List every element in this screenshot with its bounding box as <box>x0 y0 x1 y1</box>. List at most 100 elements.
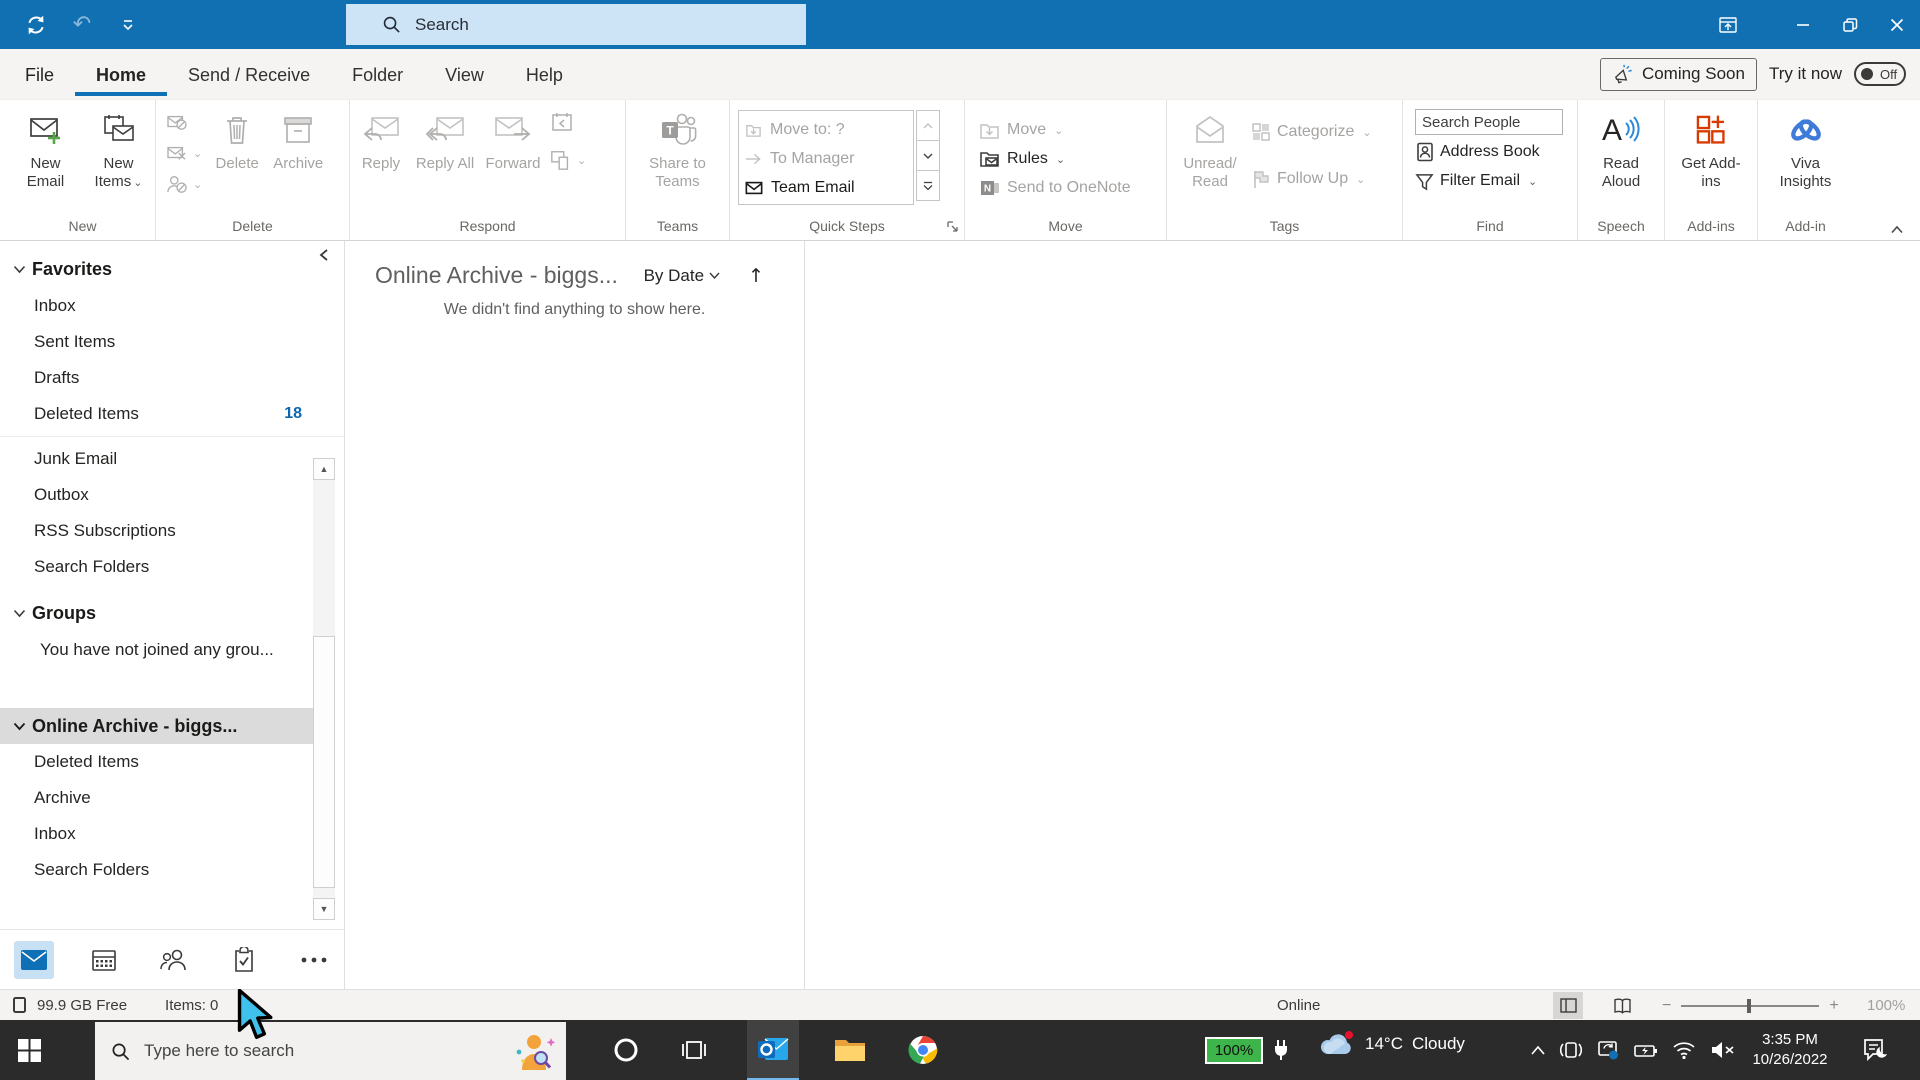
reading-view-button[interactable] <box>1607 992 1637 1019</box>
zoom-slider-thumb[interactable] <box>1747 999 1751 1013</box>
quick-steps-more[interactable] <box>916 170 940 201</box>
zoom-level-label[interactable]: 100% <box>1867 997 1905 1014</box>
nav-tasks-icon[interactable] <box>224 941 264 979</box>
rules-button[interactable]: Rules⌄ <box>979 146 1131 172</box>
search-highlights-icon[interactable] <box>510 1030 556 1072</box>
sidebar-item-junk-email[interactable]: Junk Email <box>0 441 344 477</box>
archive-button[interactable]: Archive <box>266 107 330 173</box>
taskbar-clock[interactable]: 3:35 PM 10/26/2022 <box>1742 1030 1838 1070</box>
quick-step-team-email[interactable]: Team Email <box>745 173 913 202</box>
send-receive-icon[interactable] <box>22 11 50 39</box>
scroll-up-icon[interactable]: ▲ <box>313 458 335 480</box>
taskbar-search-box[interactable] <box>95 1022 566 1080</box>
follow-up-button[interactable]: Follow Up⌄ <box>1251 166 1372 192</box>
taskbar-chrome-icon[interactable] <box>897 1020 949 1080</box>
minimize-button[interactable] <box>1779 0 1826 49</box>
zoom-out-icon[interactable]: − <box>1662 997 1671 1015</box>
tray-wifi-icon[interactable] <box>1672 1040 1696 1060</box>
tab-file[interactable]: File <box>0 52 75 96</box>
more-respond-actions-button[interactable]: ⌄ <box>550 149 586 171</box>
scrollbar-thumb[interactable] <box>313 636 335 888</box>
tray-battery-icon[interactable] <box>1633 1040 1659 1060</box>
sidebar-item-archive-inbox[interactable]: Inbox <box>0 816 344 852</box>
tray-volume-muted-icon[interactable] <box>1709 1040 1735 1060</box>
action-center-icon[interactable] <box>1862 1037 1889 1063</box>
categorize-button[interactable]: Categorize⌄ <box>1251 119 1372 145</box>
layout-view-button[interactable] <box>1553 992 1583 1019</box>
cortana-icon[interactable] <box>600 1020 652 1080</box>
folder-pane-scrollbar[interactable]: ▲ ▼ <box>313 458 335 920</box>
clean-up-button[interactable]: ⌄ <box>166 142 202 164</box>
nav-people-icon[interactable] <box>154 941 194 979</box>
sort-direction-icon[interactable]: ↑ <box>748 265 764 287</box>
sidebar-item-rss-subscriptions[interactable]: RSS Subscriptions <box>0 513 344 549</box>
undo-icon[interactable]: ↶ <box>68 11 96 39</box>
new-email-button[interactable]: New Email <box>15 107 77 191</box>
search-input[interactable] <box>415 15 755 35</box>
start-button[interactable] <box>0 1020 58 1080</box>
get-addins-button[interactable]: Get Add-ins <box>1679 107 1743 191</box>
junk-button[interactable]: ⌄ <box>166 173 202 195</box>
close-button[interactable] <box>1873 0 1920 49</box>
groups-header[interactable]: Groups <box>0 595 344 632</box>
zoom-slider[interactable]: − + <box>1662 990 1839 1021</box>
taskbar-outlook-icon[interactable] <box>747 1020 799 1080</box>
share-to-teams-button[interactable]: T Share to Teams <box>641 107 715 191</box>
meeting-button[interactable] <box>550 111 586 133</box>
delete-button[interactable]: Delete <box>208 107 266 173</box>
task-view-icon[interactable] <box>668 1020 720 1080</box>
viva-insights-button[interactable]: Viva Insights <box>1774 107 1838 191</box>
coming-soon-button[interactable]: Coming Soon <box>1600 58 1757 91</box>
customize-quick-access-icon[interactable] <box>114 11 142 39</box>
sidebar-item-archive-search-folders[interactable]: Search Folders <box>0 852 344 888</box>
search-bar[interactable] <box>346 4 806 45</box>
battery-percentage-indicator[interactable]: 100% <box>1205 1037 1263 1064</box>
sidebar-item-online-archive[interactable]: Online Archive - biggs... <box>0 708 313 744</box>
sidebar-item-archive-deleted-items[interactable]: Deleted Items <box>0 744 344 780</box>
taskbar-search-input[interactable] <box>144 1041 444 1061</box>
forward-button[interactable]: Forward <box>478 107 548 173</box>
tab-view[interactable]: View <box>424 52 505 96</box>
reply-button[interactable]: Reply <box>350 107 412 173</box>
filter-email-button[interactable]: Filter Email⌄ <box>1415 168 1563 194</box>
tray-expand-icon[interactable] <box>1530 1045 1546 1055</box>
scroll-down-icon[interactable]: ▼ <box>313 898 335 920</box>
ribbon-display-options-icon[interactable] <box>1704 0 1751 49</box>
read-aloud-button[interactable]: A Read Aloud <box>1590 107 1652 191</box>
reply-all-button[interactable]: Reply All <box>412 107 478 173</box>
move-button[interactable]: Move⌄ <box>979 117 1131 143</box>
collapse-ribbon-icon[interactable] <box>1890 225 1904 234</box>
nav-more-icon[interactable] <box>294 941 334 979</box>
zoom-in-icon[interactable]: + <box>1829 997 1838 1015</box>
collapse-folder-pane-icon[interactable] <box>318 248 330 262</box>
tab-home[interactable]: Home <box>75 52 167 96</box>
favorites-header[interactable]: Favorites <box>0 251 344 288</box>
quick-step-move-to[interactable]: Move to: ? <box>745 115 913 144</box>
sidebar-item-deleted-items-favorite[interactable]: Deleted Items 18 <box>0 396 344 432</box>
quick-step-to-manager[interactable]: To Manager <box>745 144 913 173</box>
tray-device-icon[interactable] <box>1559 1039 1583 1061</box>
search-people-input[interactable] <box>1415 109 1563 135</box>
taskbar-file-explorer-icon[interactable] <box>824 1020 876 1080</box>
sidebar-item-sent-items[interactable]: Sent Items <box>0 324 344 360</box>
sidebar-item-archive-archive[interactable]: Archive <box>0 780 344 816</box>
taskbar-weather-widget[interactable]: 14°C Cloudy <box>1318 1030 1465 1058</box>
tab-folder[interactable]: Folder <box>331 52 424 96</box>
address-book-button[interactable]: Address Book <box>1415 139 1563 165</box>
nav-mail-icon[interactable] <box>14 941 54 979</box>
coming-soon-toggle[interactable]: Off <box>1854 62 1906 86</box>
ignore-button[interactable] <box>166 111 202 133</box>
tab-send-receive[interactable]: Send / Receive <box>167 52 331 96</box>
sidebar-item-inbox-favorite[interactable]: Inbox <box>0 288 344 324</box>
tab-help[interactable]: Help <box>505 52 584 96</box>
sort-by-dropdown[interactable]: By Date <box>644 266 720 286</box>
unread-read-button[interactable]: Unread/ Read <box>1177 107 1243 191</box>
tray-display-sync-icon[interactable] <box>1596 1039 1620 1061</box>
restore-button[interactable] <box>1826 0 1873 49</box>
new-items-button[interactable]: New Items⌄ <box>87 107 151 192</box>
nav-calendar-icon[interactable] <box>84 941 124 979</box>
send-to-onenote-button[interactable]: N Send to OneNote <box>979 175 1131 201</box>
sidebar-item-drafts[interactable]: Drafts <box>0 360 344 396</box>
sidebar-item-search-folders[interactable]: Search Folders <box>0 549 344 585</box>
quick-steps-scroll-up[interactable] <box>916 110 940 141</box>
